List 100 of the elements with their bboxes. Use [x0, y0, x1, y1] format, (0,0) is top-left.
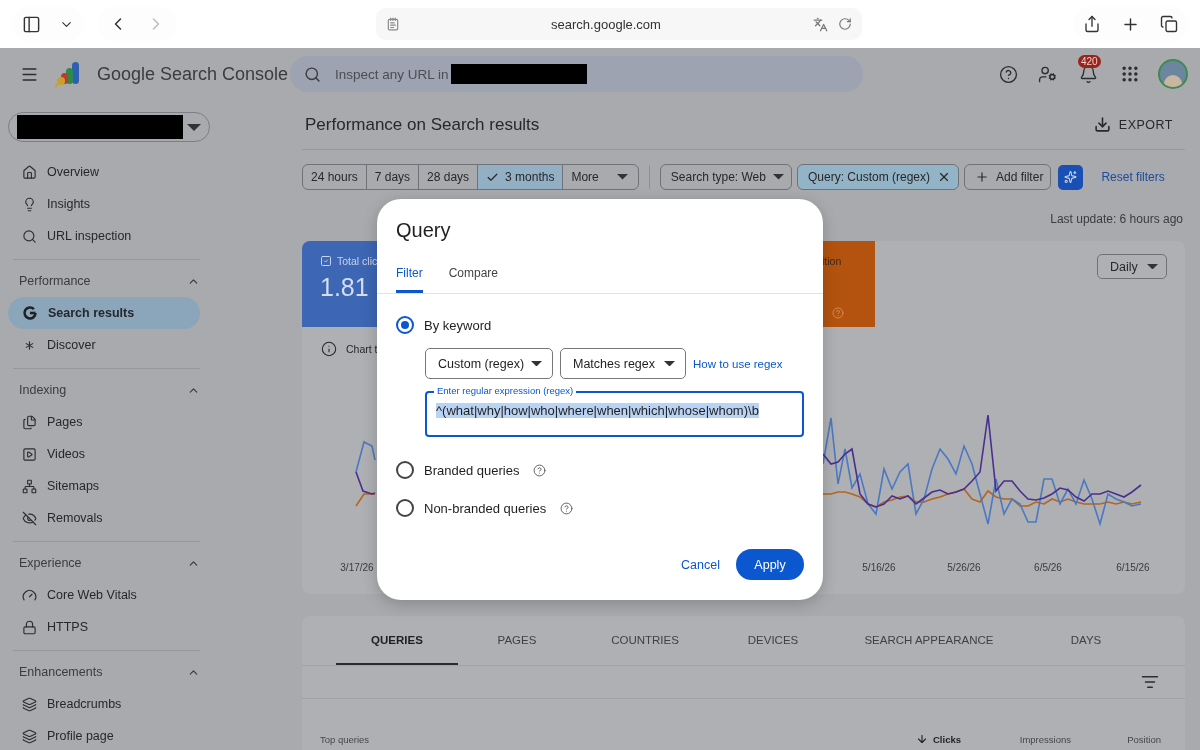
axis-label: 5/26/26 [947, 562, 981, 573]
share-icon [1083, 15, 1101, 33]
regex-field[interactable]: Enter regular expression (regex) ^(what|why|how|who|where|when|which|whose|whom)\b [425, 385, 804, 437]
sidebar-icon [22, 14, 41, 34]
export-button[interactable]: EXPORT [1093, 112, 1185, 137]
filter-chip[interactable]: Add filter [964, 164, 1052, 190]
report-tab[interactable]: DEVICES [714, 616, 832, 665]
date-range-button[interactable]: 7 days [366, 165, 420, 189]
eye-off-icon [22, 510, 37, 526]
section-title: Indexing [19, 383, 67, 397]
pages-icon [22, 414, 37, 430]
option-label: Non-branded queries [424, 500, 547, 516]
url-inspect-field[interactable]: Inspect any URL in [290, 56, 863, 92]
column-header[interactable]: Position [1071, 734, 1161, 745]
logo-icon [22, 305, 38, 321]
caret-icon [664, 360, 675, 367]
download-icon [1093, 116, 1111, 133]
notifications-button[interactable]: 420 [1075, 54, 1102, 86]
close-icon[interactable] [937, 170, 951, 184]
radio-button[interactable] [396, 461, 414, 479]
chart-info-text: Chart t [346, 343, 378, 355]
cancel-button[interactable]: Cancel [681, 551, 720, 578]
dialog-tab[interactable]: Filter [396, 266, 423, 293]
address-bar[interactable]: search.google.com [375, 8, 862, 40]
date-range-button[interactable]: 24 hours [303, 165, 367, 189]
nav-item[interactable]: Insights [8, 188, 210, 220]
section-title: Performance [19, 274, 91, 288]
dialog-tab[interactable]: Compare [448, 266, 499, 293]
filter-chip[interactable]: Query: Custom (regex) [796, 164, 959, 190]
help-icon [999, 64, 1018, 84]
translate-icon[interactable] [812, 16, 828, 32]
sparkle-icon [1064, 170, 1078, 184]
radio-button[interactable] [396, 499, 414, 517]
metric-label: Total clic [337, 255, 378, 267]
layers-icon [22, 728, 37, 744]
caret-icon [187, 123, 201, 131]
interval-select[interactable]: Daily [1097, 254, 1167, 279]
search-icon [304, 65, 321, 83]
nav-item[interactable]: Discover [8, 329, 200, 361]
address-text: search.google.com [550, 16, 662, 32]
nav-item[interactable]: Pages [8, 406, 200, 438]
report-tab[interactable]: COUNTRIES [576, 616, 714, 665]
column-header[interactable]: Top queries [320, 734, 841, 745]
caret-icon [616, 174, 628, 180]
help-icon[interactable] [533, 463, 547, 477]
nav-item[interactable]: Profile page [8, 720, 200, 750]
report-tab[interactable]: SEARCH APPEARANCE [832, 616, 1026, 665]
help-icon[interactable] [560, 501, 574, 515]
caret-icon [531, 360, 542, 367]
nav-item[interactable]: Videos [8, 438, 200, 470]
nav-item[interactable]: Sitemaps [8, 470, 200, 502]
metric-label: ition [822, 255, 842, 267]
chart-lines-drawing [355, 440, 376, 507]
reset-filters-link[interactable]: Reset filters [1095, 169, 1171, 185]
reload-icon[interactable] [837, 17, 852, 31]
filter-icon[interactable] [1141, 673, 1159, 691]
checkbox[interactable] [320, 255, 332, 267]
dropdown-select[interactable]: Matches regex [560, 348, 686, 379]
report-tab[interactable]: PAGES [458, 616, 576, 665]
regex-help-link[interactable]: How to use regex [693, 357, 783, 370]
column-header[interactable]: Impressions [961, 734, 1071, 745]
nav-item[interactable]: Core Web Vitals [8, 579, 200, 611]
section-title: Enhancements [19, 665, 103, 679]
column-header[interactable]: Clicks [841, 733, 961, 745]
home-icon [22, 164, 37, 180]
nav-item[interactable]: URL inspection [8, 220, 210, 252]
nav-item[interactable]: Breadcrumbs [8, 688, 200, 720]
field-label: Enter regular expression (regex) [434, 385, 577, 397]
plus-icon [975, 170, 989, 184]
sort-arrow-icon [916, 733, 928, 745]
report-tab[interactable]: DAYS [1026, 616, 1146, 665]
apps-grid-icon [1120, 64, 1140, 84]
info-icon [321, 341, 337, 357]
report-tab[interactable]: QUERIES [336, 616, 458, 665]
lock-icon [22, 619, 37, 635]
apply-button[interactable]: Apply [736, 549, 804, 580]
nav-item[interactable]: HTTPS [8, 611, 200, 643]
option-label: Branded queries [424, 462, 520, 478]
tabs-icon [1160, 15, 1178, 33]
option-label: By keyword [424, 317, 492, 333]
nav-item[interactable]: Search results [8, 297, 200, 329]
axis-label: 5/16/26 [862, 562, 896, 573]
search-icon [22, 228, 37, 244]
dropdown-select[interactable]: Custom (regex) [425, 348, 553, 379]
filter-suggest-button[interactable] [1058, 164, 1084, 190]
sitemap-icon [22, 478, 37, 494]
last-update-text: Last update: 6 hours ago [1050, 212, 1183, 226]
video-icon [22, 446, 37, 462]
radio-button[interactable] [396, 316, 414, 334]
date-range-button[interactable]: 3 months [478, 165, 564, 189]
more-button[interactable]: More [563, 165, 638, 189]
tabs-button[interactable] [1158, 13, 1180, 35]
notification-badge: 420 [1078, 54, 1101, 68]
page-icon [385, 17, 400, 31]
nav-item[interactable]: Removals [8, 502, 200, 534]
filter-chip[interactable]: Search type: Web [659, 164, 792, 190]
nav-item[interactable]: Overview [8, 156, 210, 188]
layers-icon [22, 696, 37, 712]
dialog-title: Query [396, 219, 452, 242]
axis-label: 6/5/26 [1034, 562, 1062, 573]
